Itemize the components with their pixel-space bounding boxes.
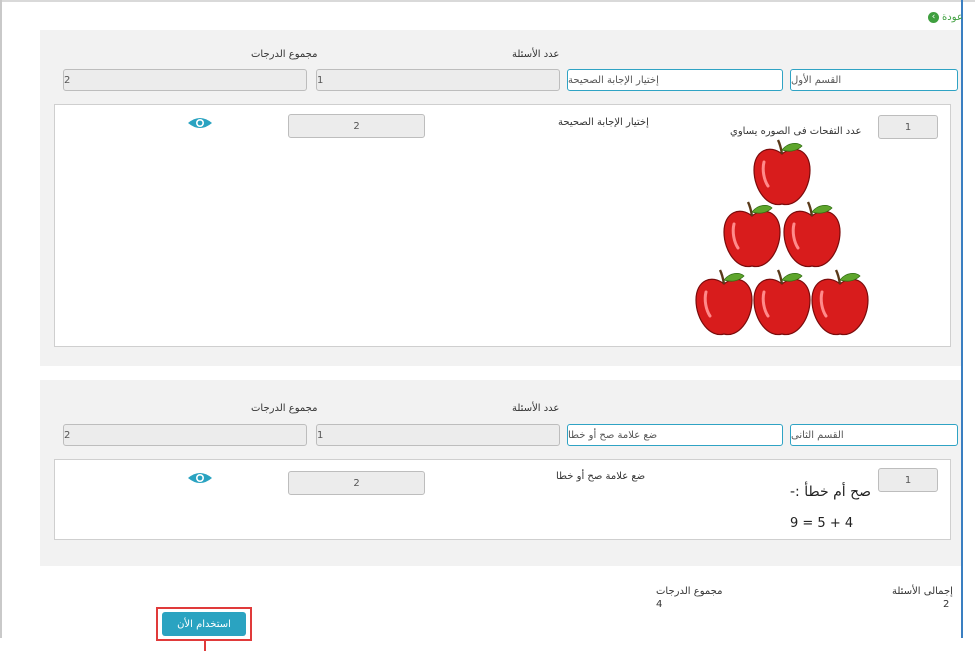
- apple-icon: [722, 200, 782, 269]
- frame-top-border: [0, 0, 975, 2]
- section-1-question-count-field: 1: [316, 69, 560, 91]
- apple-icon: [782, 200, 842, 269]
- section-1-question-grade: 2: [288, 114, 425, 138]
- section-1-total-grades-field: 2: [63, 69, 307, 91]
- section-2-total-grades-field: 2: [63, 424, 307, 446]
- back-label: عودة: [942, 11, 963, 23]
- section-1-name-field[interactable]: القسم الأول: [790, 69, 958, 91]
- total-questions-value: 2: [943, 599, 950, 610]
- apple-icon: [752, 138, 812, 207]
- total-grades-label-2: مجموع الدرجات: [251, 403, 318, 414]
- section-1-type-field[interactable]: إختيار الإجابة الصحيحة: [567, 69, 783, 91]
- apple-icon: [752, 268, 812, 337]
- back-link[interactable]: ‹ عودة: [928, 9, 963, 25]
- callout-pointer: [204, 641, 206, 651]
- total-questions-label: إجمالى الأسئلة: [892, 586, 953, 597]
- frame-right-border: [961, 0, 963, 638]
- eye-icon[interactable]: [187, 471, 213, 485]
- section-2-question-type-label: ضع علامة صح أو خطا: [556, 471, 646, 482]
- back-circle-icon: ‹: [928, 11, 939, 23]
- section-2-name-field[interactable]: القسم الثانى: [790, 424, 958, 446]
- section-2-question-number: 1: [878, 468, 938, 492]
- eye-icon[interactable]: [187, 116, 213, 130]
- total-grades-label: مجموع الدرجات: [251, 49, 318, 60]
- apples-image: [694, 138, 870, 337]
- section-2-question-grade: 2: [288, 471, 425, 495]
- section-2-question-equation: 9 = 5 + 4: [790, 516, 854, 531]
- section-2-type-field[interactable]: ضع علامة صح أو خطا: [567, 424, 783, 446]
- frame-left-border: [0, 0, 2, 638]
- apple-icon: [810, 268, 870, 337]
- summary-total-grades-label: مجموع الدرجات: [656, 586, 723, 597]
- use-now-button[interactable]: استخدام الأن: [162, 612, 246, 636]
- apple-icon: [694, 268, 754, 337]
- section-1-question-number: 1: [878, 115, 938, 139]
- questions-count-label-2: عدد الأسئلة: [512, 403, 560, 414]
- section-2-question-count-field: 1: [316, 424, 560, 446]
- summary-total-grades-value: 4: [656, 599, 663, 610]
- section-2-question-title: صح أم خطأ :-: [790, 484, 872, 500]
- section-1-question-type-label: إختيار الإجابة الصحيحة: [558, 117, 649, 128]
- questions-count-label: عدد الأسئلة: [512, 49, 560, 60]
